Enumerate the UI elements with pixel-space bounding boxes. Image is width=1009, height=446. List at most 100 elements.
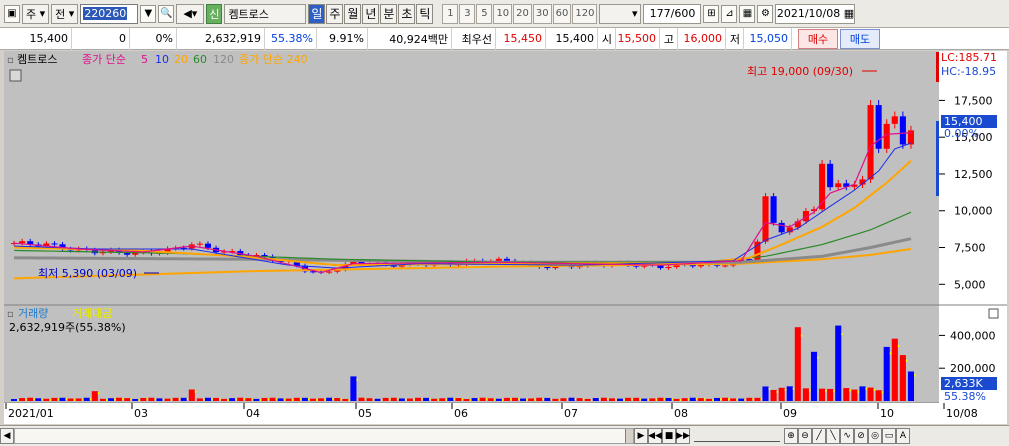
trade-value: 40,924백만	[368, 27, 452, 50]
volume-bar	[447, 397, 454, 401]
x-tick-label: 09	[783, 407, 797, 420]
hc-value: HC:-18.95	[941, 65, 996, 78]
sell-button[interactable]: 매도	[840, 28, 880, 49]
trade-value-dot	[348, 399, 350, 402]
volume-ratio: 55.38%	[265, 27, 317, 50]
trade-value-dot	[332, 398, 334, 401]
volume-bar	[810, 351, 818, 401]
period-select-label: 전	[55, 7, 66, 21]
stop-icon[interactable]: ■	[662, 428, 676, 444]
tool-icon-1[interactable]: ╱	[812, 428, 826, 444]
scroll-right-icon[interactable]: ▶	[634, 428, 648, 444]
trade-value-dot	[817, 356, 819, 359]
interval-dropdown[interactable]: ▾	[599, 3, 642, 24]
volume-bar	[75, 398, 82, 401]
dropdown-icon[interactable]: ▼	[140, 4, 157, 23]
zoom-in-icon[interactable]: ⊕	[784, 428, 798, 444]
market-select[interactable]: 주 ▾	[22, 3, 50, 24]
tab-period-4[interactable]: 분	[380, 3, 398, 24]
main-toolbar: ▣ 주 ▾ 전 ▾ 220260 ▼ 🔍 ◀▾ 신 켐트로스 일주월년분초틱 1…	[0, 0, 1009, 28]
volume-bar	[560, 398, 567, 401]
interval-button-3[interactable]: 10	[493, 3, 513, 24]
open-label: 시	[598, 27, 616, 50]
volume-bar	[277, 398, 284, 401]
interval-button-5[interactable]: 30	[532, 3, 552, 24]
scroll-left-icon[interactable]: ◀	[0, 428, 14, 444]
grid-toggle-icon[interactable]	[9, 69, 22, 82]
grid-icon[interactable]: ▦	[739, 4, 756, 23]
trade-value-dot	[865, 387, 868, 390]
tab-period-6[interactable]: 틱	[416, 3, 434, 24]
scroll-track[interactable]	[14, 428, 634, 444]
interval-button-6[interactable]: 60	[552, 3, 572, 24]
text-size-icon[interactable]: A	[896, 428, 910, 444]
tab-period-1[interactable]: 주	[326, 3, 344, 24]
candle-type-icon[interactable]: ⊞	[703, 4, 720, 23]
zoom-slider[interactable]	[694, 430, 780, 442]
zoom-out-icon[interactable]: ⊖	[798, 428, 812, 444]
window-icon[interactable]: ▣	[4, 4, 20, 23]
stock-code-input[interactable]: 220260	[80, 3, 139, 24]
period-select[interactable]: 전 ▾	[51, 3, 79, 24]
trade-value-dot	[219, 398, 221, 401]
x-tick-label: 04	[246, 407, 260, 420]
trade-value-dot	[687, 398, 690, 401]
best-ask: 15,450	[496, 27, 546, 50]
interval-button-7[interactable]: 120	[572, 3, 598, 24]
trade-value-dot	[429, 398, 431, 401]
tool-icon-3[interactable]: ∿	[840, 428, 854, 444]
buy-button[interactable]: 매수	[798, 28, 838, 49]
volume-bar	[770, 389, 777, 401]
interval-button-4[interactable]: 20	[513, 3, 532, 24]
trade-value-dot	[146, 398, 148, 401]
stock-name-box[interactable]: 켐트로스	[224, 3, 307, 24]
trade-value-dot	[307, 398, 310, 401]
scroll-thumb[interactable]	[625, 429, 633, 443]
trade-value-dot	[849, 389, 851, 392]
page-count[interactable]: 177/600	[643, 3, 702, 24]
volume-bar	[91, 391, 98, 401]
volume-bar	[326, 397, 333, 401]
indicator-icon[interactable]: ⊿	[721, 4, 738, 23]
credit-badge: 신	[206, 3, 223, 24]
trade-value-dot	[760, 398, 762, 401]
trade-value-dot	[631, 398, 633, 401]
volume-bar	[762, 386, 769, 401]
volume-bar	[221, 398, 228, 401]
volume-bar	[722, 397, 729, 401]
trade-value-dot	[324, 398, 326, 401]
tab-period-5[interactable]: 초	[398, 3, 416, 24]
volume-bar	[899, 355, 906, 401]
tab-period-0[interactable]: 일	[308, 3, 326, 24]
interval-button-2[interactable]: 5	[476, 3, 493, 24]
volume-bar	[188, 389, 195, 401]
tab-period-3[interactable]: 년	[362, 3, 380, 24]
tool-icon-4[interactable]: ⊘	[854, 428, 868, 444]
trade-value-dot	[509, 398, 512, 401]
speaker-menu[interactable]: ◀▾	[176, 3, 205, 24]
tool-icon-2[interactable]: ╲	[826, 428, 840, 444]
volume-bar	[778, 387, 785, 401]
trade-value-dot	[49, 398, 51, 401]
stock-chart[interactable]: ▫ 켐트로스 종가 단순 5 10 20 60 120 종가 단순 240 최고…	[4, 51, 1007, 424]
tool-icon-5[interactable]: ◎	[868, 428, 882, 444]
trade-value-dot	[857, 390, 859, 393]
gear-icon[interactable]: ⚙	[757, 4, 774, 23]
tool-icon-6[interactable]: ▭	[882, 428, 896, 444]
trade-value-dot	[138, 399, 140, 402]
rewind-icon[interactable]: ◀◀	[648, 428, 662, 444]
interval-button-1[interactable]: 3	[459, 3, 476, 24]
trade-value-dot	[841, 333, 843, 336]
search-icon[interactable]: 🔍	[158, 4, 175, 23]
volume-settings-icon[interactable]	[988, 308, 999, 319]
volume-bar	[366, 398, 373, 401]
price-panel[interactable]	[4, 51, 939, 304]
trade-value-dot	[833, 390, 835, 393]
forward-icon[interactable]: ▶▶	[676, 428, 690, 444]
volume-bar	[382, 397, 389, 401]
interval-button-0[interactable]: 1	[442, 3, 459, 24]
trade-value-dot	[25, 398, 27, 401]
date-field[interactable]: 2021/10/08 ▦	[775, 3, 856, 24]
tab-period-2[interactable]: 월	[344, 3, 362, 24]
trade-value-dot	[404, 398, 407, 401]
